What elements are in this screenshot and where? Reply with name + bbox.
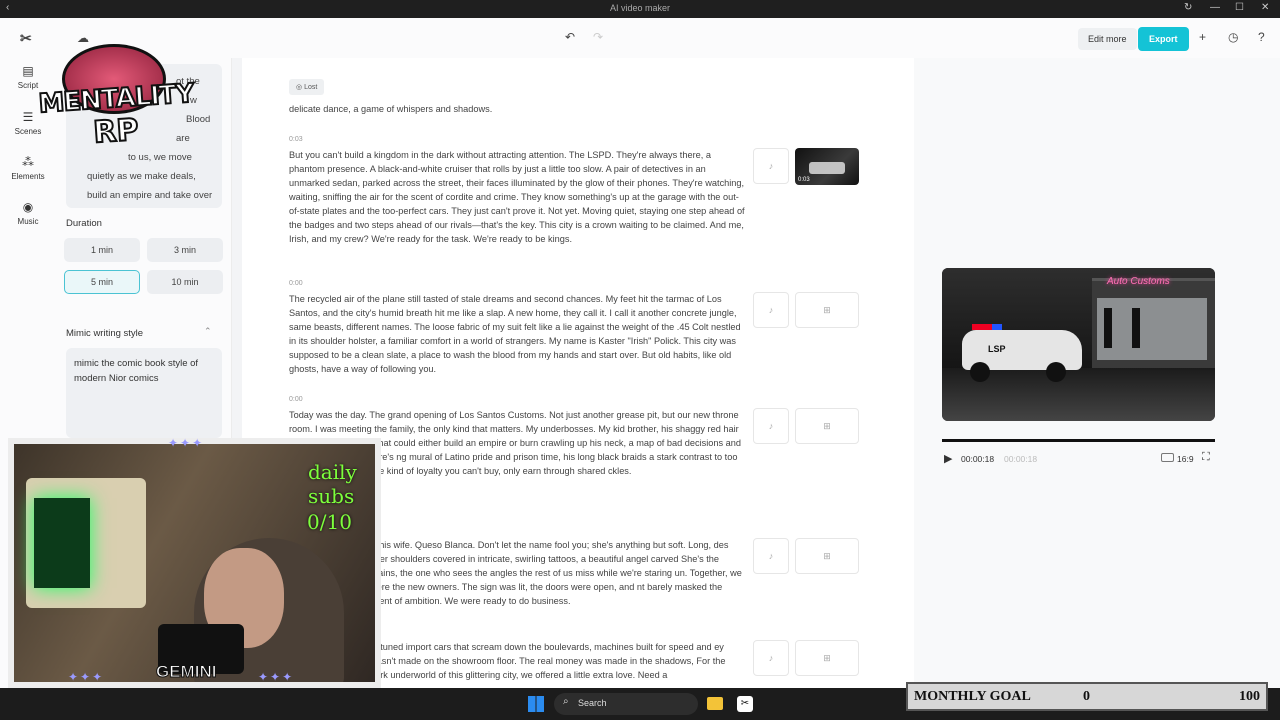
voice-icon[interactable]: ♪	[753, 640, 789, 676]
video-preview[interactable]: Auto Customs LSP	[942, 268, 1215, 421]
scene-thumbnail[interactable]: 0:03	[795, 148, 859, 185]
plus-icon[interactable]: +	[1199, 30, 1206, 44]
history-icon[interactable]: ◷	[1228, 30, 1238, 44]
wheel	[970, 362, 990, 382]
mood-tag[interactable]: ◎ Lost	[289, 79, 325, 95]
scene-timestamp: 0:03	[289, 136, 303, 143]
voice-icon[interactable]: ♪	[753, 538, 789, 574]
maximize-icon[interactable]: ☐	[1235, 2, 1244, 13]
script-line: quietly as we make deals,	[87, 171, 196, 182]
refresh-icon[interactable]: ↻	[1184, 2, 1192, 13]
close-icon[interactable]: ✕	[1261, 2, 1269, 13]
redo-icon[interactable]: ↷	[593, 30, 603, 44]
officer-figure	[1132, 308, 1140, 348]
thumbnail-time: 0:03	[798, 177, 810, 183]
wheel	[1046, 362, 1066, 382]
edit-more-button[interactable]: Edit more	[1078, 28, 1137, 50]
scene-text[interactable]: The recycled air of the plane still tast…	[289, 292, 745, 376]
goal-target: 100	[1239, 689, 1260, 704]
goal-label: MONTHLY GOAL	[914, 689, 1031, 704]
duration-1min-button[interactable]: 1 min	[64, 238, 140, 262]
garage-window	[1097, 298, 1207, 360]
webcam-overlay: daily subs 0/10 GEMINI ✦✦✦ ✦✦✦ ✦✦✦	[8, 438, 381, 688]
search-icon: ⌕	[563, 696, 569, 707]
export-button[interactable]: Export	[1138, 27, 1189, 51]
add-media-icon[interactable]: ⊞	[795, 408, 859, 444]
monthly-goal-bar: MONTHLY GOAL 0 100	[906, 682, 1268, 711]
voice-icon[interactable]: ♪	[753, 148, 789, 184]
scene-text[interactable]: But you can't build a kingdom in the dar…	[289, 148, 745, 246]
daily-subs-value: 0/10	[307, 510, 352, 534]
windows-start-icon[interactable]	[528, 696, 544, 712]
capcut-taskbar-icon[interactable]: ✂	[737, 696, 753, 712]
fullscreen-icon[interactable]: ⛶	[1202, 451, 1210, 464]
sparkle-decoration: ✦✦✦	[168, 438, 205, 450]
add-media-icon[interactable]: ⊞	[795, 640, 859, 676]
car-decal: LSP	[988, 344, 1006, 354]
voice-icon[interactable]: ♪	[753, 292, 789, 328]
duration-5min-button[interactable]: 5 min	[64, 270, 140, 294]
help-icon[interactable]: ?	[1258, 30, 1265, 44]
scene-text[interactable]: m tuned import cars that scream down the…	[370, 640, 745, 682]
scene-text[interactable]: is his wife. Queso Blanca. Don't let the…	[370, 538, 745, 608]
music-icon: ◉	[22, 200, 34, 214]
car-shape	[809, 162, 845, 174]
rail-item-music[interactable]: ◉ Music	[0, 200, 56, 226]
file-explorer-icon[interactable]	[707, 697, 723, 710]
cloud-icon[interactable]: ☁	[77, 31, 89, 45]
add-media-icon[interactable]: ⊞	[795, 292, 859, 328]
undo-icon[interactable]: ↶	[565, 30, 575, 44]
aspect-ratio[interactable]: 16:9	[1177, 454, 1194, 464]
duration-3min-button[interactable]: 3 min	[147, 238, 223, 262]
minimize-icon[interactable]: —	[1210, 2, 1220, 13]
mentality-rp-logo: MENTALITY RP	[36, 44, 196, 164]
neon-sign: Auto Customs	[1107, 276, 1170, 287]
goal-current: 0	[1083, 689, 1090, 704]
gemini-text: GEMINI	[155, 662, 217, 682]
taskbar-search[interactable]: Search	[554, 693, 698, 715]
sparkle-decoration: ✦✦✦	[68, 670, 105, 684]
add-media-icon[interactable]: ⊞	[795, 538, 859, 574]
officer-figure	[1104, 308, 1112, 348]
sparkle-decoration: ✦✦✦	[258, 670, 295, 684]
chevron-up-icon[interactable]: ⌃	[204, 326, 212, 337]
mimic-style-title: Mimic writing style	[66, 328, 144, 339]
voice-icon[interactable]: ♪	[753, 408, 789, 444]
mimic-style-input[interactable]: mimic the comic book style of modern Nio…	[66, 348, 222, 438]
play-icon[interactable]: ▶	[944, 452, 952, 465]
duration-10min-button[interactable]: 10 min	[147, 270, 223, 294]
scene-timestamp: 0:00	[289, 280, 303, 287]
scene-timestamp: 0:00	[289, 396, 303, 403]
script-intro[interactable]: delicate dance, a game of whispers and s…	[289, 102, 745, 116]
script-line: build an empire and take over	[87, 190, 213, 201]
window-titlebar: ‹ AI video maker ↻ — ☐ ✕	[0, 0, 1280, 18]
window-title: AI video maker	[609, 3, 671, 13]
current-time: 00:00:18	[961, 454, 995, 464]
playback-progress[interactable]	[942, 439, 1215, 442]
total-time: 00:00:18	[1004, 454, 1038, 464]
siren-lights	[972, 324, 992, 330]
daily-subs-label: daily subs	[308, 460, 357, 508]
duration-title: Duration	[66, 218, 102, 229]
aspect-ratio-icon[interactable]	[1161, 453, 1174, 462]
capcut-logo-icon: ✂	[20, 30, 32, 46]
